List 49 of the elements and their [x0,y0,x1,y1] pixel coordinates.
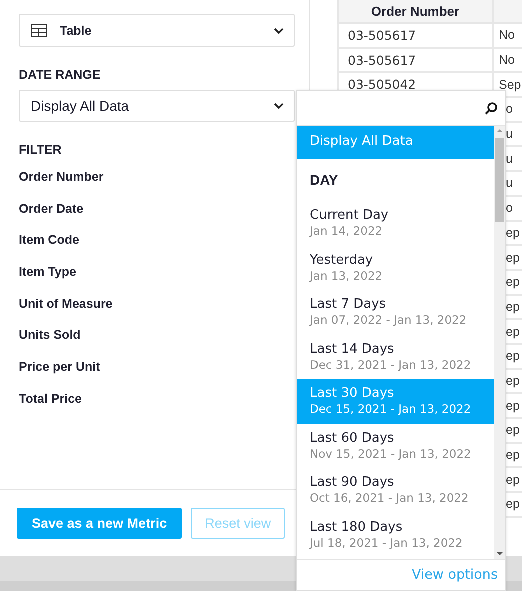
search-icon [485,102,498,114]
table-cell: ep [506,349,520,364]
table-cell: ep [506,398,520,413]
table-cell: ep [506,226,520,240]
filter-field[interactable]: Item Type [19,262,76,294]
table-cell: No [499,53,515,68]
table-cell: 03-505617 [338,23,493,48]
table-cell: ep [506,324,520,339]
filter-field[interactable]: Item Code [19,230,80,262]
menu-option[interactable]: Last 90 Days Oct 16, 2021 - Jan 13, 2022 [297,468,494,512]
table-cell: ep [506,250,520,265]
menu-option[interactable]: Yesterday Jan 13, 2022 [297,246,494,290]
table-cell: ep [506,374,520,388]
column-header: Order Number [338,0,493,23]
table-cell: Sep [499,78,522,92]
table-cell: o [506,201,513,216]
table-cell: ep [506,472,520,487]
group-heading: DAY [309,171,340,190]
filter-field[interactable]: Total Price [19,388,82,420]
section-heading: DATE RANGE [19,68,102,82]
filter-field[interactable]: Unit of Measure [19,294,113,326]
table-icon [31,24,47,37]
section-heading: FILTER [19,143,63,157]
chart-type-select[interactable]: Table [19,14,295,47]
menu-option[interactable]: Last 60 Days Nov 15, 2021 - Jan 13, 2022 [297,424,494,468]
table-cell: No [499,28,515,42]
table-cell: ep [506,423,520,438]
menu-option[interactable]: Last 180 Days Jul 18, 2021 - Jan 13, 2022 [297,512,494,557]
table-cell: ep [506,275,520,290]
table-cell: u [506,176,513,190]
filter-field[interactable]: Order Number [19,167,104,199]
menu-option[interactable]: Last 14 Days Dec 31, 2021 - Jan 13, 2022 [297,334,494,379]
table-cell: ep [506,300,520,314]
table-cell: u [506,127,513,142]
filter-field[interactable]: Units Sold [19,325,81,358]
scrollbar-thumb[interactable] [495,138,504,222]
filter-field[interactable]: Order Date [19,198,84,230]
scrollbar[interactable] [494,126,505,559]
table-cell: u [506,152,513,166]
date-range-select[interactable]: Display All Data [19,90,295,122]
table-cell: 03-505617 [338,48,493,72]
menu-option[interactable]: Last 7 Days Jan 07, 2022 - Jan 13, 2022 [297,290,494,334]
filter-field[interactable]: Price per Unit [19,357,100,389]
chevron-down-icon [274,103,284,109]
menu-option[interactable]: Current Day Jan 14, 2022 [297,201,494,246]
table-cell: o [506,102,513,116]
table-cell: ep [506,497,520,512]
table-cell: ep [506,448,520,462]
chevron-down-icon [274,28,284,34]
